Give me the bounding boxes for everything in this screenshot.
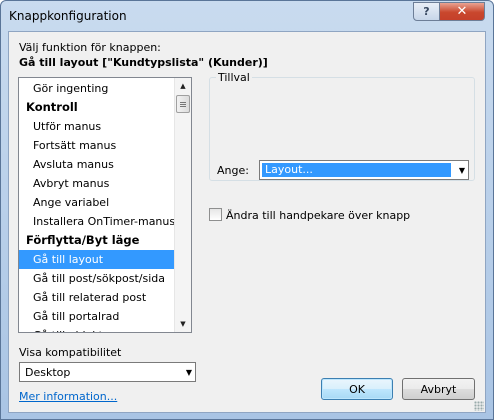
hand-cursor-checkbox[interactable] — [209, 208, 222, 221]
help-icon: ? — [423, 5, 430, 18]
list-item[interactable]: Gå till post/sökpost/sida — [19, 269, 176, 288]
chevron-down-icon: ▼ — [458, 166, 465, 175]
chevron-down-icon: ▼ — [185, 368, 192, 377]
help-button[interactable]: ? — [413, 2, 440, 21]
scroll-thumb[interactable] — [176, 95, 190, 113]
list-heading: Kontroll — [26, 100, 78, 114]
grip-icon — [180, 101, 186, 107]
dialog-body: Välj funktion för knappen: Gå till layou… — [8, 31, 486, 413]
list-scrollbar[interactable]: ▲ ▼ — [174, 78, 191, 332]
window-title: Knappkonfiguration — [9, 9, 127, 23]
list-item[interactable]: Installera OnTimer-manus — [19, 212, 176, 231]
ange-value: Layout... — [262, 163, 451, 177]
close-icon: ✕ — [456, 4, 468, 19]
hand-cursor-label[interactable]: Ändra till handpekare över knapp — [226, 209, 410, 222]
current-function-label: Gå till layout ["Kundtypslista" (Kunder)… — [19, 56, 268, 69]
ok-button-label: OK — [349, 382, 365, 396]
ange-dropdown[interactable]: Layout... ▼ — [259, 160, 469, 180]
close-button[interactable]: ✕ — [439, 2, 485, 21]
more-info-link[interactable]: Mer information... — [19, 390, 117, 403]
scroll-up-icon[interactable]: ▲ — [175, 78, 191, 94]
ok-button[interactable]: OK — [321, 378, 393, 400]
list-item[interactable]: Avsluta manus — [19, 155, 176, 174]
list-item[interactable]: Fortsätt manus — [19, 136, 176, 155]
resize-grip-icon[interactable] — [474, 401, 484, 411]
function-list-items: Gör ingenting Kontroll Utför manus Fortsätt… — [19, 79, 176, 332]
dialog-window: Knappkonfiguration ? ✕ Välj funktion för… — [0, 0, 494, 420]
list-item[interactable]: Gå till objekt — [19, 326, 176, 332]
function-listbox[interactable]: Gör ingenting Kontroll Utför manus Fortsätt… — [18, 77, 192, 333]
list-item[interactable]: Gå till relaterad post — [19, 288, 176, 307]
scroll-down-icon[interactable]: ▼ — [175, 316, 191, 332]
cancel-button-label: Avbryt — [420, 382, 457, 396]
options-group-label: Tillval — [216, 71, 252, 84]
ange-label: Ange: — [217, 164, 249, 177]
list-item[interactable]: Gör ingenting — [19, 79, 176, 98]
list-item[interactable]: Utför manus — [19, 117, 176, 136]
list-heading: Förflytta/Byt läge — [26, 233, 140, 247]
cancel-button[interactable]: Avbryt — [402, 378, 475, 400]
list-item[interactable]: Ange variabel — [19, 193, 176, 212]
title-bar[interactable]: Knappkonfiguration ? ✕ — [1, 1, 493, 31]
function-prompt-label: Välj funktion för knappen: — [19, 41, 161, 54]
list-item[interactable]: Gå till portalrad — [19, 307, 176, 326]
compatibility-value: Desktop — [25, 366, 71, 379]
list-item[interactable]: Gå till layout — [19, 250, 176, 269]
list-item[interactable]: Avbryt manus — [19, 174, 176, 193]
compatibility-label: Visa kompatibilitet — [19, 346, 122, 359]
compatibility-dropdown[interactable]: Desktop ▼ — [19, 362, 196, 382]
